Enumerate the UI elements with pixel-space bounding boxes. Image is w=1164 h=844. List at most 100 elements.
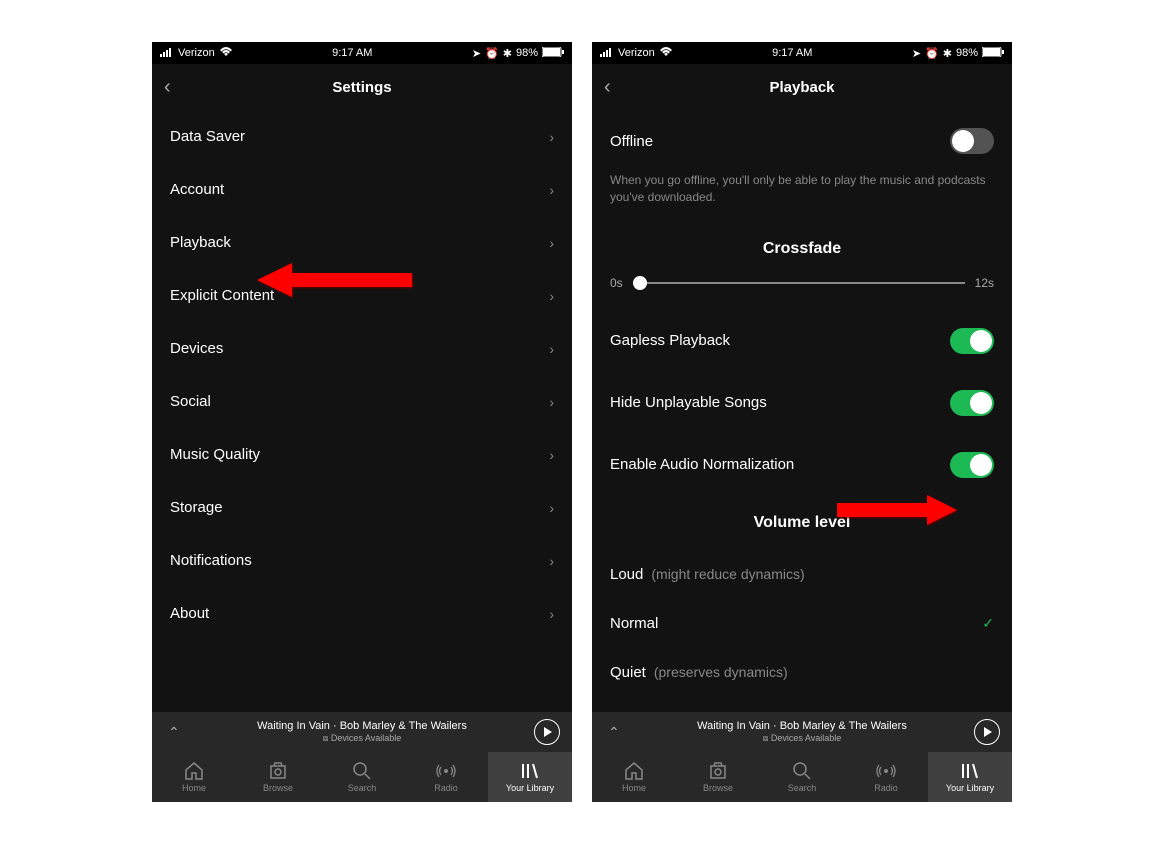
volume-level-title: Volume level [592, 496, 1012, 550]
chevron-right-icon: › [549, 288, 554, 304]
setting-item-music-quality[interactable]: Music Quality › [152, 428, 572, 481]
now-playing-bar[interactable]: ⌃ Waiting In Vain · Bob Marley & The Wai… [152, 712, 572, 752]
volume-loud-label: Loud [610, 566, 643, 583]
settings-list[interactable]: Data Saver › Account › Playback › Explic… [152, 110, 572, 712]
carrier-label: Verizon [178, 47, 215, 59]
setting-label: Account [170, 181, 224, 198]
volume-loud[interactable]: Loud (might reduce dynamics) [592, 550, 1012, 599]
crossfade-slider[interactable]: 0s 12s [592, 276, 1012, 310]
setting-label: Social [170, 393, 211, 410]
tab-browse[interactable]: Browse [236, 752, 320, 802]
tab-search[interactable]: Search [760, 752, 844, 802]
header: ‹ Settings [152, 64, 572, 110]
phone-screen-playback: Verizon 9:17 AM ➤ ⏰ ✱ 98% ‹ Playback Off… [592, 42, 1012, 802]
setting-item-storage[interactable]: Storage › [152, 481, 572, 534]
volume-loud-hint: (might reduce dynamics) [651, 566, 804, 582]
tab-bar: Home Browse Search Radio Your Library [592, 752, 1012, 802]
battery-icon [982, 47, 1004, 60]
back-button[interactable]: ‹ [164, 76, 171, 99]
offline-toggle-row[interactable]: Offline [592, 110, 1012, 172]
search-icon [793, 761, 811, 781]
tab-search[interactable]: Search [320, 752, 404, 802]
volume-normal[interactable]: Normal ✓ [592, 599, 1012, 648]
radio-icon [436, 761, 456, 781]
playback-settings[interactable]: Offline When you go offline, you'll only… [592, 110, 1012, 712]
gapless-toggle-row[interactable]: Gapless Playback [592, 310, 1012, 372]
status-time: 9:17 AM [332, 47, 372, 59]
chevron-right-icon: › [549, 447, 554, 463]
library-icon [521, 761, 539, 781]
setting-label: Data Saver [170, 128, 245, 145]
page-title: Settings [332, 79, 391, 96]
offline-toggle[interactable] [950, 128, 994, 154]
setting-item-devices[interactable]: Devices › [152, 322, 572, 375]
chevron-up-icon[interactable]: ⌃ [608, 724, 620, 741]
volume-quiet[interactable]: Quiet (preserves dynamics) [592, 648, 1012, 697]
chevron-right-icon: › [549, 341, 554, 357]
page-title: Playback [769, 79, 834, 96]
setting-item-data-saver[interactable]: Data Saver › [152, 110, 572, 163]
wifi-icon [219, 47, 233, 60]
setting-item-notifications[interactable]: Notifications › [152, 534, 572, 587]
volume-quiet-label: Quiet [610, 664, 646, 681]
slider-max-label: 12s [975, 276, 994, 290]
phone-screen-settings: Verizon 9:17 AM ➤ ⏰ ✱ 98% ‹ Settings Dat… [152, 42, 572, 802]
setting-item-social[interactable]: Social › [152, 375, 572, 428]
chevron-right-icon: › [549, 235, 554, 251]
signal-icon [160, 47, 174, 60]
hide-unplayable-label: Hide Unplayable Songs [610, 394, 767, 411]
setting-item-explicit[interactable]: Explicit Content › [152, 269, 572, 322]
now-playing-bar[interactable]: ⌃ Waiting In Vain · Bob Marley & The Wai… [592, 712, 1012, 752]
battery-percent: 98% [516, 47, 538, 59]
slider-track[interactable] [633, 282, 965, 284]
search-icon [353, 761, 371, 781]
tab-radio[interactable]: Radio [844, 752, 928, 802]
tab-your-library[interactable]: Your Library [488, 752, 572, 802]
battery-percent: 98% [956, 47, 978, 59]
tab-radio[interactable]: Radio [404, 752, 488, 802]
normalization-toggle-row[interactable]: Enable Audio Normalization [592, 434, 1012, 496]
setting-item-playback[interactable]: Playback › [152, 216, 572, 269]
chevron-up-icon[interactable]: ⌃ [168, 724, 180, 741]
play-button[interactable] [974, 719, 1000, 745]
location-icon: ➤ [472, 47, 481, 60]
devices-available[interactable]: ⧈ Devices Available [257, 733, 467, 744]
carrier-label: Verizon [618, 47, 655, 59]
back-button[interactable]: ‹ [604, 76, 611, 99]
setting-item-about[interactable]: About › [152, 587, 572, 640]
volume-quiet-hint: (preserves dynamics) [654, 664, 788, 680]
devices-available[interactable]: ⧈ Devices Available [697, 733, 907, 744]
normalization-toggle[interactable] [950, 452, 994, 478]
chevron-right-icon: › [549, 500, 554, 516]
hide-unplayable-toggle[interactable] [950, 390, 994, 416]
radio-icon [876, 761, 896, 781]
signal-icon [600, 47, 614, 60]
setting-label: Storage [170, 499, 223, 516]
volume-normal-label: Normal [610, 615, 658, 632]
status-time: 9:17 AM [772, 47, 812, 59]
chevron-right-icon: › [549, 394, 554, 410]
header: ‹ Playback [592, 64, 1012, 110]
chevron-right-icon: › [549, 553, 554, 569]
offline-label: Offline [610, 133, 653, 150]
home-icon [184, 761, 204, 781]
slider-thumb[interactable] [633, 276, 647, 290]
alarm-icon: ⏰ [925, 47, 939, 60]
wifi-icon [659, 47, 673, 60]
hide-unplayable-toggle-row[interactable]: Hide Unplayable Songs [592, 372, 1012, 434]
crossfade-title: Crossfade [592, 222, 1012, 276]
home-icon [624, 761, 644, 781]
now-playing-track: Waiting In Vain · Bob Marley & The Waile… [257, 720, 467, 733]
tab-home[interactable]: Home [152, 752, 236, 802]
tab-browse[interactable]: Browse [676, 752, 760, 802]
library-icon [961, 761, 979, 781]
status-bar: Verizon 9:17 AM ➤ ⏰ ✱ 98% [152, 42, 572, 64]
setting-item-account[interactable]: Account › [152, 163, 572, 216]
setting-label: Explicit Content [170, 287, 274, 304]
browse-icon [709, 761, 727, 781]
tab-your-library[interactable]: Your Library [928, 752, 1012, 802]
play-button[interactable] [534, 719, 560, 745]
now-playing-track: Waiting In Vain · Bob Marley & The Waile… [697, 720, 907, 733]
gapless-toggle[interactable] [950, 328, 994, 354]
tab-home[interactable]: Home [592, 752, 676, 802]
